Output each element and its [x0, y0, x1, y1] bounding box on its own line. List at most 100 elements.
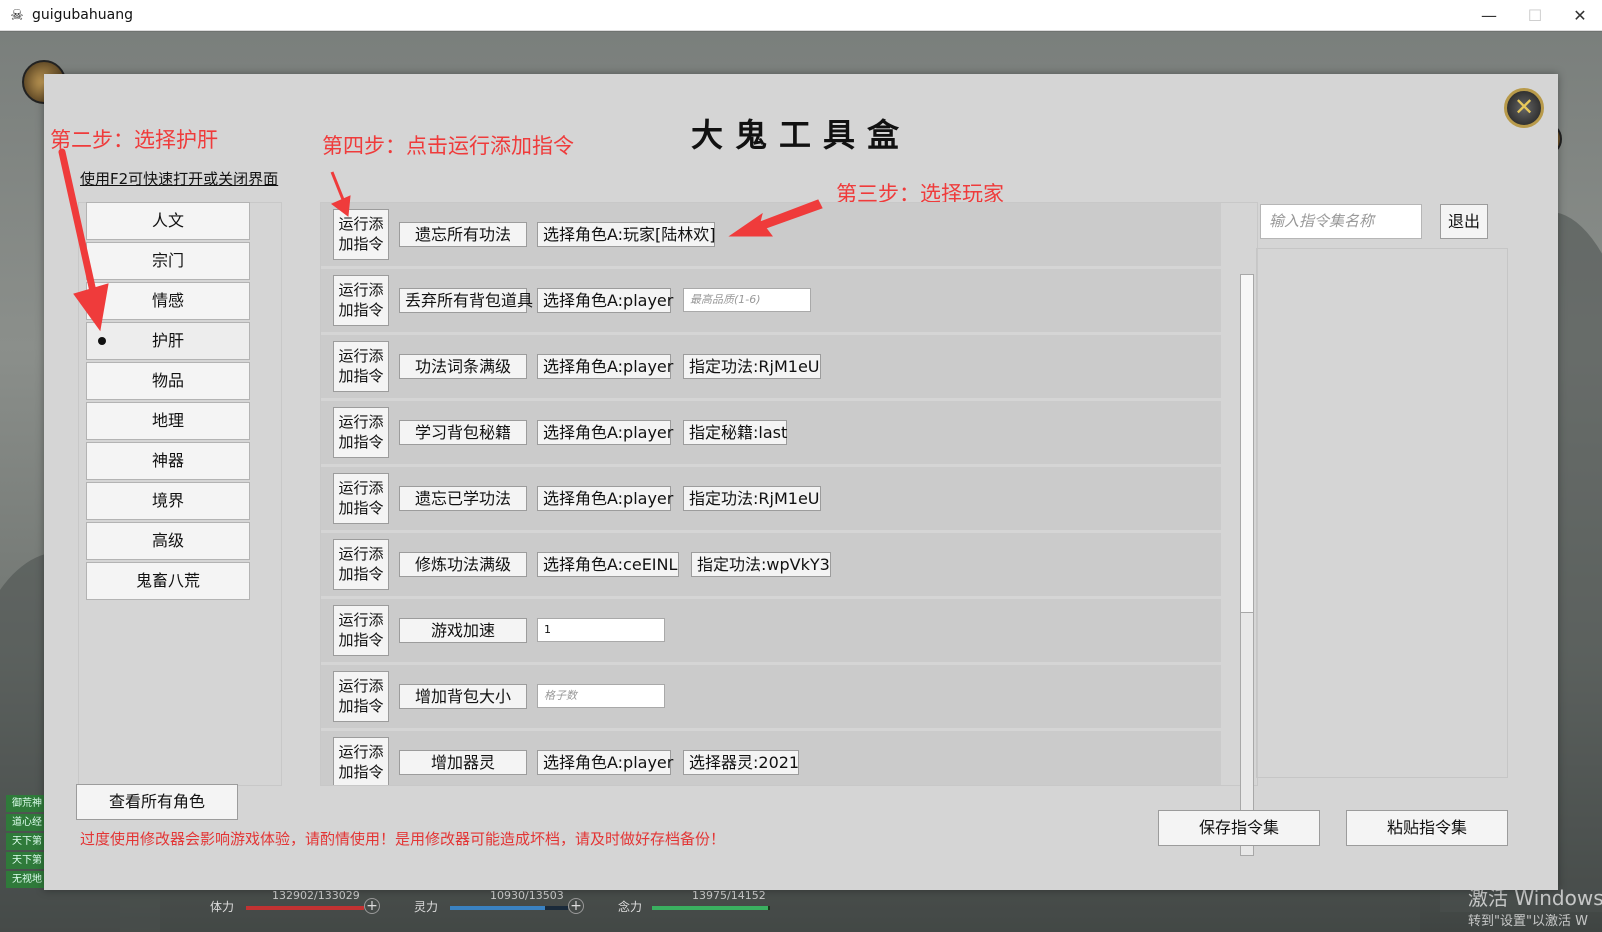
- chat-channel[interactable]: 天下第: [6, 852, 48, 869]
- category-label: 高级: [151, 531, 184, 550]
- chat-channel[interactable]: 御荒神: [6, 795, 48, 812]
- hp-bar: [246, 906, 364, 910]
- warning-text: 过度使用修改器会影响游戏体验，请酌情使用！是用修改器可能造成坏档，请及时做好存档…: [80, 830, 726, 848]
- category-guichu-bahuang[interactable]: 鬼畜八荒: [86, 562, 250, 600]
- select-spirit-button[interactable]: 选择器灵:2021: [683, 750, 799, 775]
- minimize-button[interactable]: —: [1466, 0, 1512, 31]
- category-shenqi[interactable]: 神器: [86, 442, 250, 480]
- command-row: 运行添 加指令 游戏加速 1: [321, 599, 1221, 662]
- run-add-command-button[interactable]: 运行添 加指令: [333, 539, 389, 590]
- mind-label: 念力: [618, 900, 643, 914]
- run-add-command-button[interactable]: 运行添 加指令: [333, 407, 389, 458]
- command-row: 运行添 加指令 功法词条满级 选择角色A:player 指定功法:RjM1eU: [321, 335, 1221, 398]
- command-name-button[interactable]: 增加器灵: [399, 750, 527, 775]
- category-zongmen[interactable]: 宗门: [86, 242, 250, 280]
- command-row: 运行添 加指令 丢弃所有背包道具 选择角色A:player 最高品质(1-6): [321, 269, 1221, 332]
- select-role-button[interactable]: 选择角色A:player: [537, 750, 673, 775]
- category-label: 宗门: [151, 251, 184, 270]
- category-label: 鬼畜八荒: [135, 571, 200, 590]
- select-skill-button[interactable]: 指定功法:wpVkY3: [691, 552, 831, 577]
- category-label: 物品: [151, 371, 184, 390]
- window-close-button[interactable]: ✕: [1558, 0, 1602, 31]
- select-role-button[interactable]: 选择角色A:玩家[陆林欢]: [537, 222, 716, 247]
- scrollbar-thumb[interactable]: [1241, 275, 1253, 613]
- speed-input[interactable]: 1: [537, 618, 665, 642]
- category-dili[interactable]: 地理: [86, 402, 250, 440]
- select-role-button[interactable]: 选择角色A:player: [537, 354, 673, 379]
- select-role-button[interactable]: 选择角色A:player: [537, 420, 673, 445]
- save-command-set-button[interactable]: 保存指令集: [1158, 810, 1320, 846]
- run-add-command-button[interactable]: 运行添 加指令: [333, 473, 389, 524]
- paste-command-set-button[interactable]: 粘贴指令集: [1346, 810, 1508, 846]
- hp-plus-button[interactable]: +: [364, 898, 380, 914]
- close-icon[interactable]: ✕: [1504, 88, 1544, 128]
- command-name-button[interactable]: 功法词条满级: [399, 354, 527, 379]
- category-label: 地理: [151, 411, 184, 430]
- view-all-characters-button[interactable]: 查看所有角色: [76, 784, 238, 820]
- select-role-button[interactable]: 选择角色A:player: [537, 288, 673, 313]
- exit-button[interactable]: 退出: [1440, 204, 1488, 239]
- command-name-button[interactable]: 遗忘已学功法: [399, 486, 527, 511]
- max-quality-input[interactable]: 最高品质(1-6): [683, 288, 811, 312]
- run-add-command-button[interactable]: 运行添 加指令: [333, 605, 389, 656]
- hp-label: 体力: [210, 900, 235, 914]
- select-skill-button[interactable]: 指定功法:RjM1eU: [683, 486, 821, 511]
- window-title: guigubahuang: [32, 7, 133, 23]
- category-gaoji[interactable]: 高级: [86, 522, 250, 560]
- command-row: 运行添 加指令 学习背包秘籍 选择角色A:player 指定秘籍:last: [321, 401, 1221, 464]
- select-manual-button[interactable]: 指定秘籍:last: [683, 420, 787, 445]
- command-name-button[interactable]: 学习背包秘籍: [399, 420, 527, 445]
- run-add-command-button[interactable]: 运行添 加指令: [333, 341, 389, 392]
- maximize-button[interactable]: ☐: [1512, 0, 1558, 31]
- slot-count-input[interactable]: 格子数: [537, 684, 665, 708]
- category-label: 境界: [151, 491, 184, 510]
- hotkey-hint: 使用F2可快速打开或关闭界面: [80, 170, 279, 188]
- activation-watermark-subtitle: 转到"设置"以激活 W: [1468, 914, 1588, 929]
- command-name-button[interactable]: 游戏加速: [399, 618, 527, 643]
- sp-label: 灵力: [414, 900, 439, 914]
- command-list: 运行添 加指令 遗忘所有功法 选择角色A:玩家[陆林欢] 运行添 加指令 丢弃所有背…: [320, 202, 1258, 786]
- chat-channel[interactable]: 天下第: [6, 833, 48, 850]
- command-list-scrollbar[interactable]: [1240, 274, 1254, 856]
- select-role-button[interactable]: 选择角色A:player: [537, 486, 673, 511]
- category-wupin[interactable]: 物品: [86, 362, 250, 400]
- command-row: 运行添 加指令 遗忘已学功法 选择角色A:player 指定功法:RjM1eU: [321, 467, 1221, 530]
- command-set-name-input[interactable]: 输入指令集名称: [1260, 204, 1422, 239]
- command-name-button[interactable]: 修炼功法满级: [399, 552, 527, 577]
- dialog-title: 大鬼工具盒: [690, 116, 911, 154]
- command-name-button[interactable]: 遗忘所有功法: [399, 222, 527, 247]
- run-add-command-button[interactable]: 运行添 加指令: [333, 209, 389, 260]
- chat-channel[interactable]: 道心经: [6, 814, 48, 831]
- sp-plus-button[interactable]: +: [568, 898, 584, 914]
- mind-bar: [652, 906, 770, 910]
- category-jingjie[interactable]: 境界: [86, 482, 250, 520]
- toolbox-dialog: 大鬼工具盒 ✕ 第二步：选择护肝 第四步：点击运行添加指令 第三步：选择玩家 使…: [44, 74, 1558, 890]
- app-logo-icon: ☠: [10, 6, 24, 24]
- command-name-button[interactable]: 增加背包大小: [399, 684, 527, 709]
- run-add-command-button[interactable]: 运行添 加指令: [333, 737, 389, 785]
- category-label: 情感: [151, 291, 184, 310]
- chat-channel[interactable]: 无视地: [6, 871, 48, 888]
- select-skill-button[interactable]: 指定功法:RjM1eU: [683, 354, 821, 379]
- command-row: 运行添 加指令 增加器灵 选择角色A:player 选择器灵:2021: [321, 731, 1221, 785]
- annotation-step4: 第四步：点击运行添加指令: [322, 134, 574, 158]
- category-hugan[interactable]: 护肝: [86, 322, 250, 360]
- run-add-command-button[interactable]: 运行添 加指令: [333, 275, 389, 326]
- command-row: 运行添 加指令 遗忘所有功法 选择角色A:玩家[陆林欢]: [321, 203, 1221, 266]
- category-label: 神器: [151, 451, 184, 470]
- select-role-button[interactable]: 选择角色A:ceEINL: [537, 552, 679, 577]
- category-qinggan[interactable]: 情感: [86, 282, 250, 320]
- category-renwen[interactable]: 人文: [86, 202, 250, 240]
- category-label: 护肝: [151, 331, 184, 350]
- command-name-button[interactable]: 丢弃所有背包道具: [399, 288, 533, 313]
- command-row: 运行添 加指令 增加背包大小 格子数: [321, 665, 1221, 728]
- annotation-step2: 第二步：选择护肝: [50, 128, 218, 152]
- command-set-panel: [1256, 248, 1508, 778]
- window-titlebar: ☠ guigubahuang — ☐ ✕: [0, 0, 1602, 31]
- sp-value: 10930/13503: [490, 889, 564, 902]
- run-add-command-button[interactable]: 运行添 加指令: [333, 671, 389, 722]
- sp-bar: [450, 906, 568, 910]
- category-label: 人文: [151, 211, 184, 230]
- mind-value: 13975/14152: [692, 889, 766, 902]
- command-row: 运行添 加指令 修炼功法满级 选择角色A:ceEINL 指定功法:wpVkY3: [321, 533, 1221, 596]
